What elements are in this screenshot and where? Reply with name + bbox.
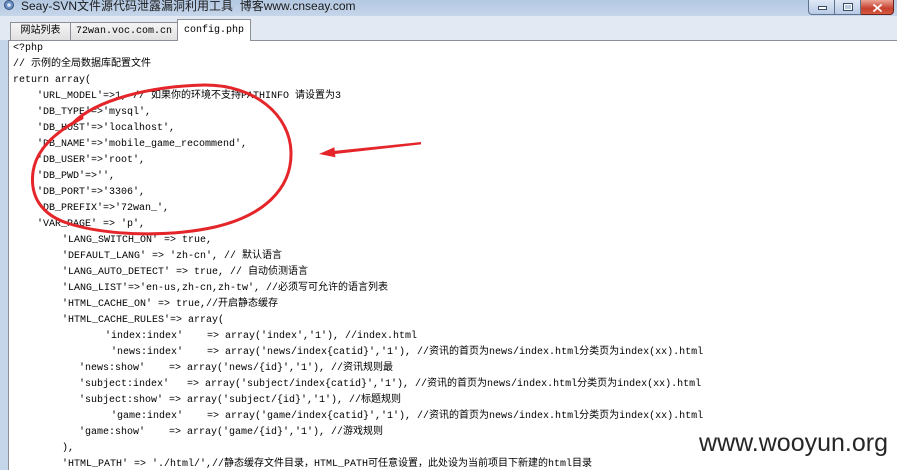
- tab-site-list[interactable]: 网站列表: [10, 22, 71, 40]
- tab-strip: 网站列表 72wan.voc.com.cn config.php: [0, 16, 897, 41]
- app-window: Seay-SVN文件源代码泄露漏洞利用工具 博客www.cnseay.com 网…: [0, 0, 897, 470]
- code-line: 'DB_PREFIX'=>'72wan_',: [37, 203, 170, 214]
- code-line: 'HTML_CACHE_ON' => true,//开启静态缓存: [62, 299, 279, 310]
- code-line: 'DB_USER'=>'root',: [37, 155, 146, 166]
- code-line: 'VAR_PAGE' => 'p',: [37, 219, 146, 230]
- minimize-button[interactable]: [808, 0, 835, 15]
- code-line: 'subject:index' => array('subject/index{…: [79, 379, 702, 390]
- minimize-icon: [818, 6, 827, 10]
- code-line: 'URL_MODEL'=>1, // 如果你的环境不支持PATHINFO 请设置…: [37, 91, 342, 102]
- code-line: 'DB_PORT'=>'3306',: [37, 187, 146, 198]
- maximize-icon: [843, 3, 853, 11]
- tab-72wan-voc-com-cn[interactable]: 72wan.voc.com.cn: [70, 22, 178, 40]
- maximize-button[interactable]: [835, 0, 861, 15]
- code-line: 'index:index' => array('index','1'), //i…: [105, 331, 418, 342]
- code-line: 'DB_TYPE'=>'mysql',: [37, 107, 152, 118]
- close-icon: [873, 4, 882, 12]
- tab-label: 网站列表: [20, 26, 61, 37]
- code-line: 'LANG_AUTO_DETECT' => true, // 自动侦测语言: [62, 267, 309, 278]
- code-line: 'HTML_PATH' => './html/',//静态缓存文件目录，HTML…: [62, 459, 593, 470]
- app-icon[interactable]: [3, 0, 15, 12]
- code-line: 'game:index' => array('game/index{catid}…: [111, 411, 704, 422]
- code-line: <?php: [13, 43, 44, 54]
- watermark: www.wooyun.org: [699, 429, 888, 457]
- code-line: 'DB_PWD'=>'',: [37, 171, 116, 182]
- code-line: return array(: [13, 75, 92, 86]
- code-line: 'news:show' => array('news/{id}','1'), /…: [79, 363, 394, 374]
- title-bar[interactable]: Seay-SVN文件源代码泄露漏洞利用工具 博客www.cnseay.com: [0, 0, 897, 16]
- code-line: // 示例的全局数据库配置文件: [13, 59, 152, 70]
- code-viewer[interactable]: <?php // 示例的全局数据库配置文件 return array( 'URL…: [8, 40, 897, 470]
- code-line: 'DEFAULT_LANG' => 'zh-cn', // 默认语言: [62, 251, 283, 262]
- tab-config-php[interactable]: config.php: [177, 19, 251, 41]
- tab-label: 72wan.voc.com.cn: [75, 26, 172, 37]
- code-line: 'DB_HOST'=>'localhost',: [37, 123, 176, 134]
- code-line: 'DB_NAME'=>'mobile_game_recommend',: [37, 139, 248, 150]
- tab-label: config.php: [183, 25, 244, 36]
- code-line: 'subject:show' => array('subject/{id}','…: [79, 395, 402, 406]
- close-button[interactable]: [861, 0, 894, 15]
- window-title: Seay-SVN文件源代码泄露漏洞利用工具 博客www.cnseay.com: [21, 0, 356, 13]
- code-line: 'news:index' => array('news/index{catid}…: [111, 347, 704, 358]
- code-line: 'LANG_LIST'=>'en-us,zh-cn,zh-tw', //必须写可…: [62, 283, 389, 294]
- code-line: 'LANG_SWITCH_ON' => true,: [62, 235, 213, 246]
- code-line: 'HTML_CACHE_RULES'=> array(: [62, 315, 225, 326]
